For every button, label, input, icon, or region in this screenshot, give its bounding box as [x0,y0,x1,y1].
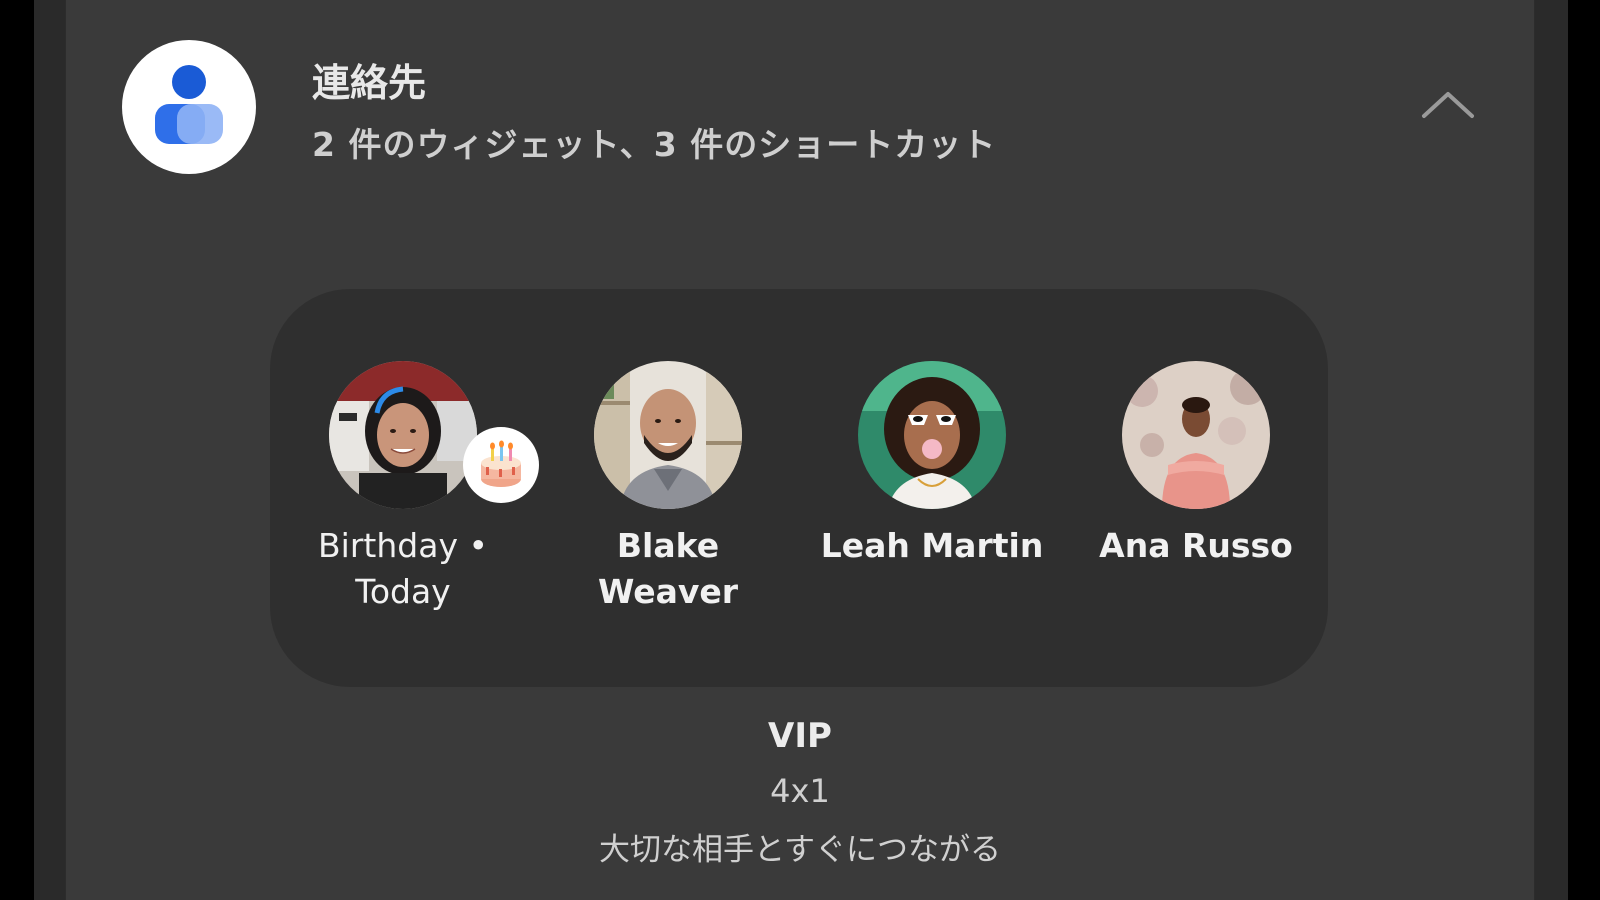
person-body-highlight [177,104,223,144]
contact-avatar [594,361,742,509]
birthday-badge [463,427,539,503]
person-head-shape [172,65,206,99]
contact-birthday[interactable]: Birthday • Today [288,361,539,615]
app-title: 連絡先 [312,61,427,105]
contact-name: Birthday • Today [318,526,488,611]
vip-widget-preview[interactable]: Birthday • Today Blake Weaver Leah Marti… [270,289,1328,687]
collapse-button[interactable] [1418,80,1478,130]
widget-size: 4x1 [770,772,830,810]
birthday-cake-icon [481,440,521,487]
contacts-app-icon [122,40,256,174]
widget-description: 大切な相手とすぐにつながる [598,832,1002,868]
widget-name: VIP [768,716,832,756]
app-subtitle: 2 件のウィジェット、3 件のショートカット [312,125,997,164]
contact-name: Blake Weaver [597,526,739,611]
contact-name: Ana Russo [1099,526,1293,565]
contact-avatar [858,361,1006,509]
contact-name: Leah Martin [820,526,1044,565]
contact-avatar [329,361,477,509]
contact-blake-weaver[interactable]: Blake Weaver [553,361,783,615]
contact-leah-martin[interactable]: Leah Martin [817,361,1047,569]
contact-ana-russo[interactable]: Ana Russo [1081,361,1311,569]
contact-avatar [1122,361,1270,509]
chevron-up-icon [1422,92,1474,118]
